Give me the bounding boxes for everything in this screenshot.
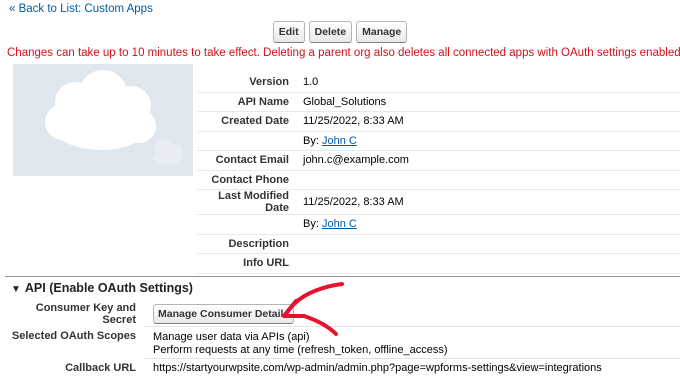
- contact-phone-value: [303, 170, 680, 190]
- detail-row-created-date: Created Date 11/25/2022, 8:33 AM: [197, 111, 680, 132]
- collapse-triangle-icon[interactable]: ▼: [11, 284, 21, 295]
- description-label: Description: [197, 234, 303, 254]
- detail-toolbar: Edit Delete Manage: [0, 21, 680, 43]
- detail-row-version: Version 1.0: [197, 73, 680, 93]
- api-name-value: Global_Solutions: [303, 92, 680, 112]
- edit-button[interactable]: Edit: [272, 21, 305, 43]
- last-modified-value: 11/25/2022, 8:33 AM: [303, 189, 680, 215]
- detail-row-info-url: Info URL: [197, 253, 680, 274]
- last-modified-label: Last Modified Date: [197, 189, 303, 215]
- manage-consumer-details-button[interactable]: Manage Consumer Details: [153, 304, 295, 324]
- detail-row-api-name: API Name Global_Solutions: [197, 92, 680, 112]
- contact-email-value: john.c@example.com: [303, 150, 680, 171]
- consumer-key-label: Consumer Key and Secret: [35, 302, 136, 326]
- row-divider: [145, 326, 680, 327]
- api-name-label: API Name: [197, 92, 303, 112]
- version-value: 1.0: [303, 73, 680, 93]
- warning-message: Changes can take up to 10 minutes to tak…: [7, 47, 680, 59]
- detail-row-last-modified: Last Modified Date 11/25/2022, 8:33 AM: [197, 189, 680, 215]
- back-to-list-link[interactable]: « Back to List: Custom Apps: [9, 3, 153, 15]
- contact-email-label: Contact Email: [197, 150, 303, 171]
- api-section-header[interactable]: ▼ API (Enable OAuth Settings): [11, 281, 193, 295]
- version-label: Version: [197, 73, 303, 93]
- oauth-scopes-label: Selected OAuth Scopes: [11, 330, 136, 342]
- detail-row-contact-phone: Contact Phone: [197, 170, 680, 190]
- detail-row-description: Description: [197, 234, 680, 254]
- created-by-label: By:: [303, 134, 319, 147]
- contact-phone-label: Contact Phone: [197, 170, 303, 190]
- created-date-value: 11/25/2022, 8:33 AM: [303, 111, 680, 132]
- row-divider: [145, 358, 680, 359]
- manage-button[interactable]: Manage: [356, 21, 408, 43]
- info-url-label: Info URL: [197, 253, 303, 274]
- detail-row-contact-email: Contact Email john.c@example.com: [197, 150, 680, 171]
- created-by-link[interactable]: John C: [322, 135, 357, 147]
- detail-row-created-by: By: John C: [197, 131, 680, 151]
- callback-url-label: Callback URL: [65, 362, 136, 374]
- info-url-value: [303, 253, 680, 274]
- api-section-title: API (Enable OAuth Settings): [24, 281, 193, 295]
- description-value: [303, 234, 680, 254]
- section-divider: [5, 276, 680, 277]
- detail-row-modified-by: By: John C: [197, 214, 680, 235]
- modified-by-label: By:: [303, 218, 319, 231]
- created-date-label: Created Date: [197, 111, 303, 132]
- cloud-icon: [45, 70, 184, 165]
- delete-button[interactable]: Delete: [308, 21, 353, 43]
- app-logo: [13, 64, 193, 176]
- modified-by-link[interactable]: John C: [322, 218, 357, 230]
- app-details-table: Version 1.0 API Name Global_Solutions Cr…: [197, 73, 680, 274]
- callback-url-value: https://startyourwpsite.com/wp-admin/adm…: [153, 362, 602, 374]
- oauth-scope-refresh-token: Perform requests at any time (refresh_to…: [153, 344, 448, 356]
- annotation-arrow-icon: [282, 282, 344, 336]
